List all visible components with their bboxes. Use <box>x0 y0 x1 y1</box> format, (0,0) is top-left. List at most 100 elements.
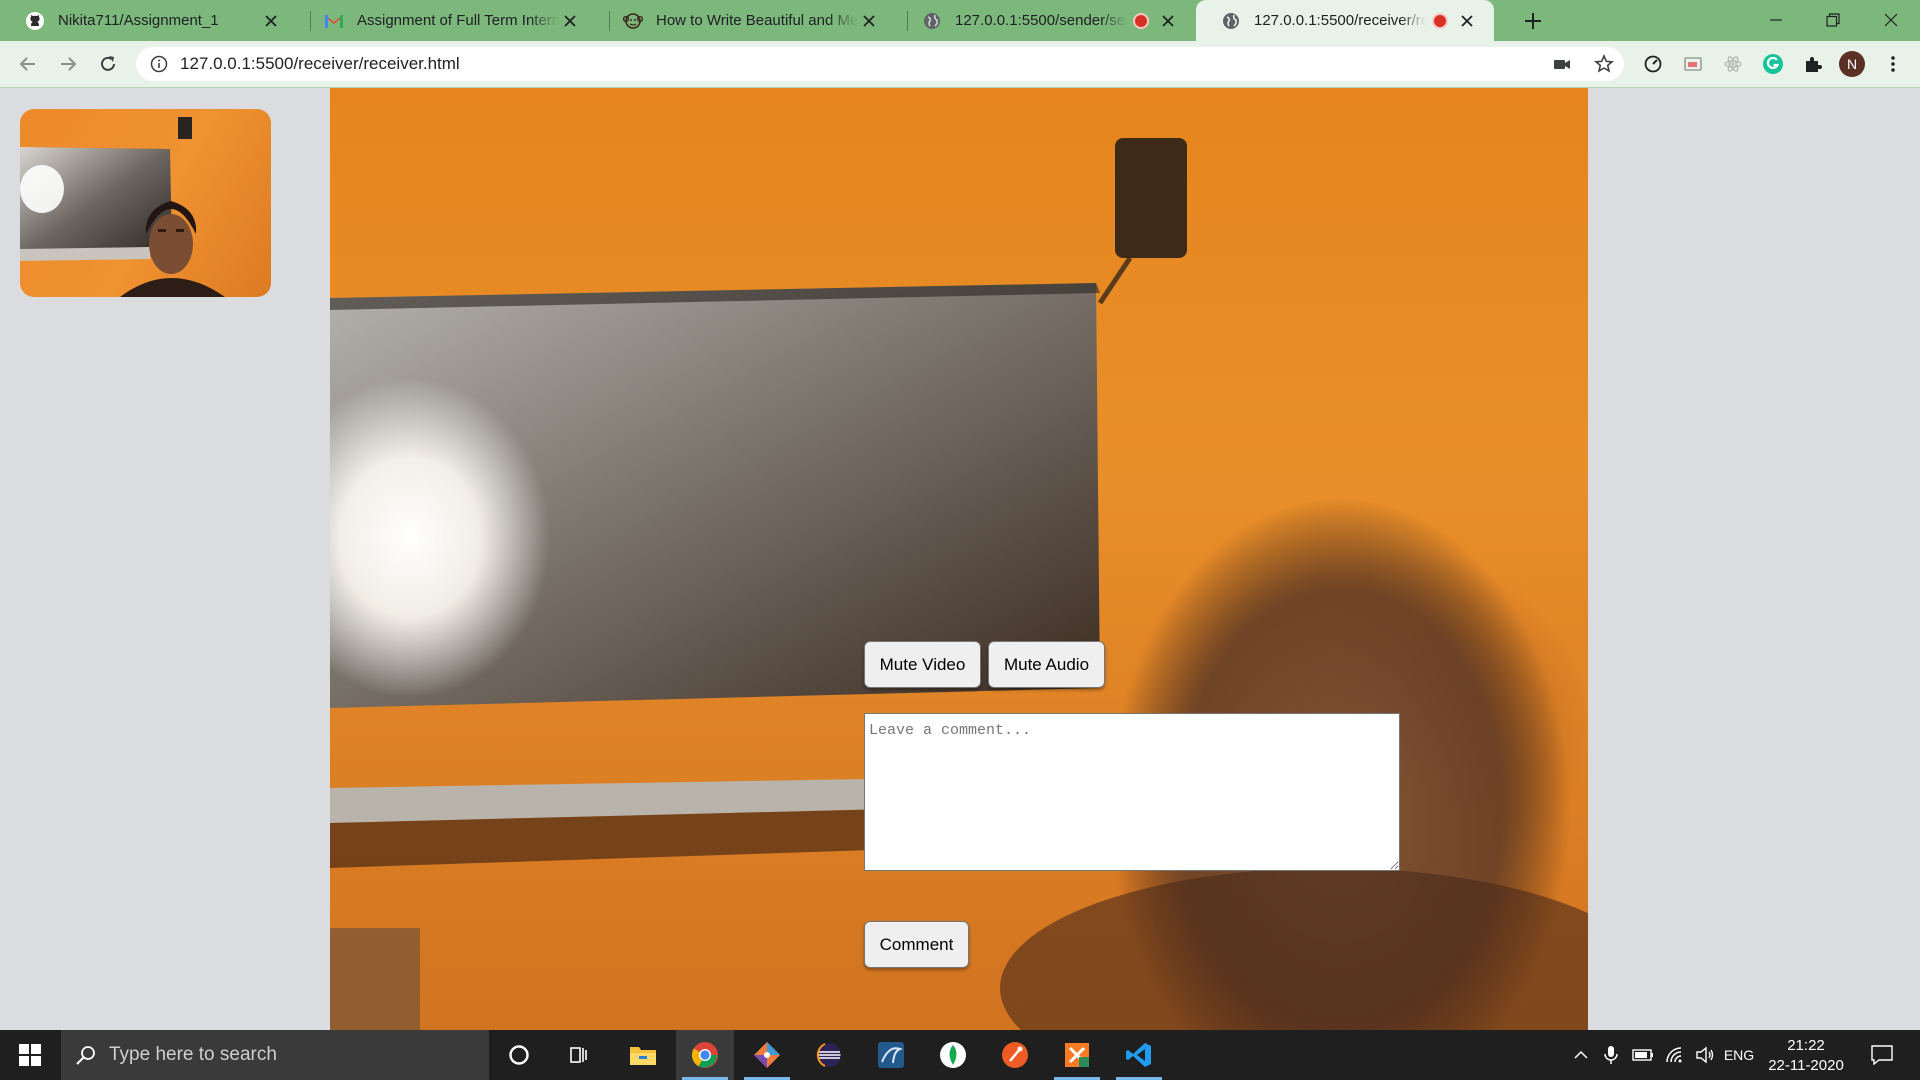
windows-taskbar: Type here to search ENG 21:22 22-11-2020 <box>0 1030 1920 1080</box>
mongodb-button[interactable] <box>924 1030 982 1080</box>
clock[interactable]: 21:22 22-11-2020 <box>1756 1036 1856 1076</box>
omnibox-actions <box>1552 54 1614 74</box>
eclipse-button[interactable] <box>800 1030 858 1080</box>
task-view-button[interactable] <box>550 1030 608 1080</box>
reload-icon <box>101 56 115 71</box>
extensions-button[interactable] <box>1799 50 1827 78</box>
extension-speed-button[interactable] <box>1639 50 1667 78</box>
mysql-workbench-button[interactable] <box>862 1030 920 1080</box>
tab-sender[interactable]: 127.0.0.1:5500/sender/sender.html <box>897 0 1195 41</box>
profile-avatar[interactable]: N <box>1839 51 1865 77</box>
info-icon[interactable] <box>150 55 168 73</box>
xampp-icon <box>1065 1043 1089 1067</box>
menu-button[interactable] <box>1879 50 1907 78</box>
recording-indicator-icon <box>1432 12 1448 29</box>
wifi-icon <box>1666 1047 1682 1063</box>
tab-title: Assignment of Full Term Internship <box>357 12 559 29</box>
battery-tray[interactable] <box>1628 1030 1658 1080</box>
mute-audio-button[interactable]: Mute Audio <box>988 641 1105 688</box>
monkey-icon <box>622 10 644 32</box>
action-center-button[interactable] <box>1862 1030 1902 1080</box>
vscode-icon <box>1126 1043 1151 1067</box>
tab-gmail[interactable]: Assignment of Full Term Internship <box>299 0 597 41</box>
back-arrow-icon <box>19 57 35 71</box>
chevron-up-icon <box>1574 1050 1588 1059</box>
puzzle-icon <box>1806 57 1822 72</box>
close-icon[interactable] <box>1456 10 1478 32</box>
cast-icon <box>1684 57 1702 71</box>
page-content: Mute Video Mute Audio Comment <box>0 88 1920 1030</box>
cortana-icon <box>509 1045 529 1065</box>
vscode-button[interactable] <box>1110 1030 1168 1080</box>
mongodb-icon <box>940 1042 966 1068</box>
comment-button[interactable]: Comment <box>864 921 969 968</box>
postman-icon <box>1002 1042 1028 1068</box>
speedometer-icon <box>1644 55 1662 73</box>
kebab-menu-icon <box>1891 56 1895 72</box>
tab-github[interactable]: Nikita711/Assignment_1 <box>0 0 298 41</box>
search-placeholder: Type here to search <box>109 1044 277 1065</box>
notification-icon <box>1871 1045 1893 1065</box>
restore-button[interactable] <box>1810 6 1856 34</box>
language-indicator[interactable]: ENG <box>1722 1030 1756 1080</box>
battery-icon <box>1632 1049 1653 1061</box>
close-icon[interactable] <box>1157 10 1179 32</box>
close-icon[interactable] <box>559 10 581 32</box>
task-view-icon <box>570 1047 587 1063</box>
tab-title: Nikita711/Assignment_1 <box>58 12 219 29</box>
address-bar[interactable]: 127.0.0.1:5500/receiver/receiver.html <box>136 47 1624 81</box>
remote-video <box>330 88 1588 1030</box>
wifi-tray[interactable] <box>1660 1030 1690 1080</box>
forward-arrow-icon <box>61 57 77 71</box>
restore-icon <box>1826 13 1840 27</box>
close-icon[interactable] <box>858 10 880 32</box>
recording-indicator-icon <box>1133 12 1149 29</box>
chrome-icon <box>691 1042 718 1068</box>
close-icon[interactable] <box>260 10 282 32</box>
volume-tray[interactable] <box>1690 1030 1720 1080</box>
remote-video-frame <box>330 138 1588 1030</box>
tab-title: How to Write Beautiful and Meaningful <box>656 12 858 29</box>
extension-grammarly-button[interactable] <box>1759 50 1787 78</box>
minimize-button[interactable] <box>1753 6 1799 34</box>
local-video-frame <box>20 117 225 297</box>
file-explorer-button[interactable] <box>614 1030 672 1080</box>
react-icon <box>1724 56 1742 72</box>
camera-in-use-icon[interactable] <box>1552 54 1572 74</box>
clock-time: 21:22 <box>1787 1037 1825 1054</box>
microphone-icon <box>1604 1046 1618 1064</box>
new-tab-button[interactable] <box>1521 9 1545 33</box>
xampp-button[interactable] <box>1048 1030 1106 1080</box>
bookmark-star-icon[interactable] <box>1594 54 1614 74</box>
back-button[interactable] <box>14 50 42 78</box>
local-video-preview <box>20 109 271 297</box>
forward-button[interactable] <box>54 50 82 78</box>
chrome-button[interactable] <box>676 1030 734 1080</box>
file-explorer-icon <box>630 1047 656 1065</box>
close-icon <box>1884 13 1898 27</box>
eclipse-icon <box>816 1043 841 1067</box>
microphone-tray[interactable] <box>1598 1030 1624 1080</box>
extension-cast-button[interactable] <box>1679 50 1707 78</box>
window-close-button[interactable] <box>1868 6 1914 34</box>
reload-button[interactable] <box>94 50 122 78</box>
start-button[interactable] <box>0 1030 60 1080</box>
tab-strip: Nikita711/Assignment_1 Assignment of Ful… <box>0 0 1920 41</box>
taskbar-search[interactable]: Type here to search <box>61 1030 489 1080</box>
tab-article[interactable]: How to Write Beautiful and Meaningful <box>598 0 896 41</box>
browser-toolbar: 127.0.0.1:5500/receiver/receiver.html N <box>0 41 1920 88</box>
git-button[interactable] <box>738 1030 796 1080</box>
plus-icon <box>1525 13 1541 29</box>
minimize-icon <box>1770 19 1782 21</box>
search-icon <box>75 1044 97 1066</box>
globe-icon <box>921 10 943 32</box>
extension-react-button[interactable] <box>1719 50 1747 78</box>
cortana-button[interactable] <box>490 1030 548 1080</box>
show-hidden-icons-button[interactable] <box>1566 1030 1596 1080</box>
mysql-workbench-icon <box>878 1042 904 1068</box>
mute-video-button[interactable]: Mute Video <box>864 641 981 688</box>
comment-textarea[interactable] <box>864 713 1400 871</box>
postman-button[interactable] <box>986 1030 1044 1080</box>
speaker-icon <box>1696 1046 1714 1064</box>
tab-receiver[interactable]: 127.0.0.1:5500/receiver/receiver.html <box>1196 0 1494 41</box>
